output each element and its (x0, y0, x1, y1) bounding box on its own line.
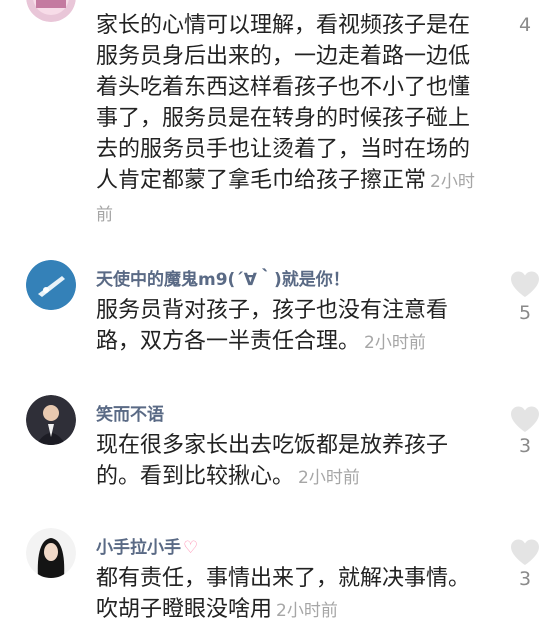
comment-item: 小手拉小手 ♡ 都有责任，事情出来了，就解决事情。吹胡子瞪眼没啥用 2小时前 3 (0, 525, 550, 631)
avatar[interactable] (26, 528, 76, 578)
comment-username-text: 小手拉小手 (96, 538, 181, 558)
like-count: 3 (518, 435, 532, 457)
avatar[interactable] (26, 0, 76, 22)
avatar[interactable] (26, 260, 76, 310)
heart-outline-icon[interactable] (509, 405, 541, 433)
comment-item: 家长的心情可以理解，看视频孩子是在服务员身后出来的，一边走着路一边低着头吃着东西… (0, 0, 550, 230)
heart-emoji-icon: ♡ (183, 538, 199, 558)
comment-text: 服务员背对孩子，孩子也没有注意看路，双方各一半责任合理。 2小时前 (96, 295, 486, 359)
comment-timestamp: 2小时前 (298, 468, 360, 488)
like-count: 5 (518, 302, 532, 324)
comment-timestamp: 2小时前 (276, 601, 338, 621)
comment-username[interactable]: 天使中的魔鬼m9(´∀｀)就是你！ (96, 265, 350, 290)
avatar[interactable] (26, 395, 76, 445)
comment-item: 天使中的魔鬼m9(´∀｀)就是你！ 服务员背对孩子，孩子也没有注意看路，双方各一… (0, 255, 550, 375)
comment-username[interactable]: 笑而不语 (96, 400, 164, 425)
comment-timestamp: 2小时前 (364, 333, 426, 353)
comment-body: 现在很多家长出去吃饭都是放养孩子的。看到比较揪心。 (96, 433, 449, 489)
comment-text: 现在很多家长出去吃饭都是放养孩子的。看到比较揪心。 2小时前 (96, 430, 486, 494)
heart-outline-icon[interactable] (509, 538, 541, 566)
comment-body: 家长的心情可以理解，看视频孩子是在服务员身后出来的，一边走着路一边低着头吃着东西… (96, 13, 471, 193)
comment-item: 笑而不语 现在很多家长出去吃饭都是放养孩子的。看到比较揪心。 2小时前 3 (0, 392, 550, 512)
comment-text: 家长的心情可以理解，看视频孩子是在服务员身后出来的，一边走着路一边低着头吃着东西… (96, 10, 486, 231)
comment-username[interactable]: 小手拉小手 ♡ (96, 533, 198, 558)
like-count: 3 (518, 568, 532, 590)
heart-outline-icon[interactable] (509, 270, 541, 298)
comment-text: 都有责任，事情出来了，就解决事情。吹胡子瞪眼没啥用 2小时前 (96, 563, 486, 627)
like-count: 4 (518, 14, 532, 36)
